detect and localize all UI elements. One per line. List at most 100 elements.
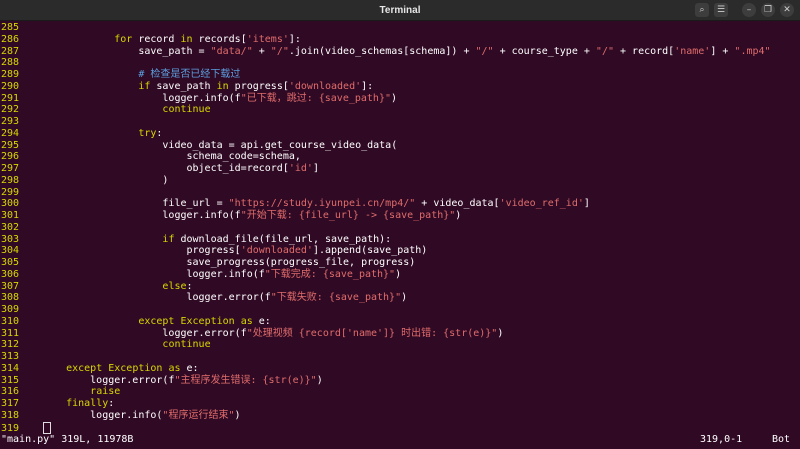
cursor-position: 319,0-1 [700, 434, 743, 445]
scroll-indicator: Bot [772, 434, 791, 445]
code-text: try: [138, 127, 163, 139]
code-text: logger.error(f"处理视频 {record['name']} 时出错… [42, 327, 504, 339]
code-text: logger.info(f"已下载，跳过: {save_path}") [42, 92, 398, 104]
code-text: except Exception as e: [138, 315, 271, 327]
line-number: 300 [1, 198, 20, 210]
line-number: 314 [1, 362, 20, 374]
code-line: 311 logger.error(f"处理视频 {record['name']}… [0, 328, 800, 340]
line-number: 316 [1, 386, 20, 398]
code-line: 307 else: [0, 281, 800, 293]
code-line: 318 logger.info("程序运行结束") [0, 410, 800, 422]
code-text: logger.info(f"下载完成: {save_path}") [42, 268, 402, 280]
line-number: 307 [1, 280, 20, 292]
code-line: 304 progress['downloaded'].append(save_p… [0, 245, 800, 257]
vim-status-line: "main.py" 319L, 11978B 319,0-1 Bot [0, 433, 800, 447]
code-text: save_progress(progress_file, progress) [42, 257, 416, 268]
file-info: "main.py" 319L, 11978B [1, 434, 134, 445]
terminal-editor[interactable]: 285 286 for record in records['items']: 28… [0, 20, 800, 434]
code-line: 313 [0, 351, 800, 363]
line-number: 293 [1, 116, 20, 127]
text-cursor [43, 421, 51, 434]
code-text: else: [162, 280, 193, 292]
code-line: 306 logger.info(f"下载完成: {save_path}") [0, 269, 800, 281]
code-line: 303 if download_file(file_url, save_path… [0, 234, 800, 246]
code-line: 297 object_id=record['id'] [0, 163, 800, 175]
window-controls: ⌕ ☰ – ❐ ✕ [695, 3, 794, 17]
code-text: # 检查是否已经下载过 [138, 69, 241, 80]
line-number: 313 [1, 351, 20, 362]
code-text: logger.error(f"主程序发生错误: {str(e)}") [42, 374, 323, 386]
line-number: 295 [1, 139, 20, 151]
line-number: 301 [1, 210, 20, 221]
line-number: 294 [1, 127, 20, 139]
code-line: 308 logger.error(f"下载失败: {save_path}") [0, 292, 800, 304]
line-number: 317 [1, 398, 20, 409]
code-line: 295 video_data = api.get_course_video_da… [0, 140, 800, 152]
code-text: finally: [66, 398, 115, 409]
code-line: 305 save_progress(progress_file, progres… [0, 257, 800, 269]
title-bar: Terminal ⌕ ☰ – ❐ ✕ [0, 0, 800, 21]
line-number: 292 [1, 104, 20, 116]
code-text: video_data = api.get_course_video_data( [42, 139, 398, 151]
line-number: 303 [1, 233, 20, 245]
code-line: 301 logger.info(f"开始下载: {file_url} -> {s… [0, 210, 800, 222]
code-text: object_id=record['id'] [42, 163, 319, 174]
code-line: 310 except Exception as e: [0, 316, 800, 328]
line-number: 297 [1, 163, 20, 174]
menu-icon[interactable]: ☰ [714, 3, 728, 17]
line-number: 306 [1, 268, 20, 280]
line-number: 289 [1, 69, 20, 80]
code-text: logger.info(f"开始下载: {file_url} -> {save_… [42, 210, 462, 221]
code-text: logger.info("程序运行结束") [42, 409, 241, 421]
line-number: 286 [1, 33, 20, 45]
code-text: except Exception as e: [66, 362, 199, 374]
line-number: 312 [1, 339, 20, 351]
line-number: 318 [1, 409, 20, 421]
code-line: 287 save_path = "data/" + "/".join(video… [0, 46, 800, 58]
code-text: continue [162, 104, 211, 116]
line-number: 288 [1, 57, 20, 69]
code-line: 296 schema_code=schema, [0, 151, 800, 163]
minimize-icon[interactable]: – [742, 3, 756, 17]
code-text: progress['downloaded'].append(save_path) [42, 245, 428, 257]
line-number: 285 [1, 22, 20, 33]
code-text: continue [162, 339, 211, 351]
code-line: 317 finally: [0, 398, 800, 410]
line-number: 309 [1, 304, 20, 315]
line-number: 291 [1, 92, 20, 104]
line-number: 311 [1, 327, 20, 339]
code-text: logger.error(f"下载失败: {save_path}") [42, 292, 408, 304]
line-number: 305 [1, 257, 20, 268]
code-text: schema_code=schema, [42, 151, 301, 163]
code-line: 298 ) [0, 175, 800, 187]
code-line: 292 continue [0, 104, 800, 116]
line-number: 299 [1, 186, 20, 198]
code-line: 300 file_url = "https://study.iyunpei.cn… [0, 198, 800, 210]
code-line: 312 continue [0, 339, 800, 351]
maximize-icon[interactable]: ❐ [761, 3, 775, 17]
line-number: 296 [1, 151, 20, 163]
code-line: 299 [0, 187, 800, 199]
line-number: 290 [1, 80, 20, 92]
code-text: file_url = "https://study.iyunpei.cn/mp4… [42, 198, 590, 210]
code-line: 314 except Exception as e: [0, 363, 800, 375]
code-text: for record in records['items']: [114, 33, 301, 45]
code-text: if download_file(file_url, save_path): [162, 233, 392, 245]
close-icon[interactable]: ✕ [780, 3, 794, 17]
code-text: ) [42, 174, 169, 186]
code-line: 315 logger.error(f"主程序发生错误: {str(e)}") [0, 375, 800, 387]
line-number: 287 [1, 45, 20, 57]
code-line: 302 [0, 222, 800, 234]
code-text: save_path = "data/" + "/".join(video_sch… [42, 45, 771, 57]
code-line: 293 [0, 116, 800, 128]
code-line: 285 [0, 22, 800, 34]
code-text: raise [90, 386, 121, 398]
code-line: 286 for record in records['items']: [0, 34, 800, 46]
code-line: 289 # 检查是否已经下载过 [0, 69, 800, 81]
search-icon[interactable]: ⌕ [695, 3, 709, 17]
line-number: 302 [1, 221, 20, 233]
line-number: 304 [1, 245, 20, 257]
line-number: 308 [1, 292, 20, 304]
window-title: Terminal [379, 4, 421, 16]
code-line: 309 [0, 304, 800, 316]
